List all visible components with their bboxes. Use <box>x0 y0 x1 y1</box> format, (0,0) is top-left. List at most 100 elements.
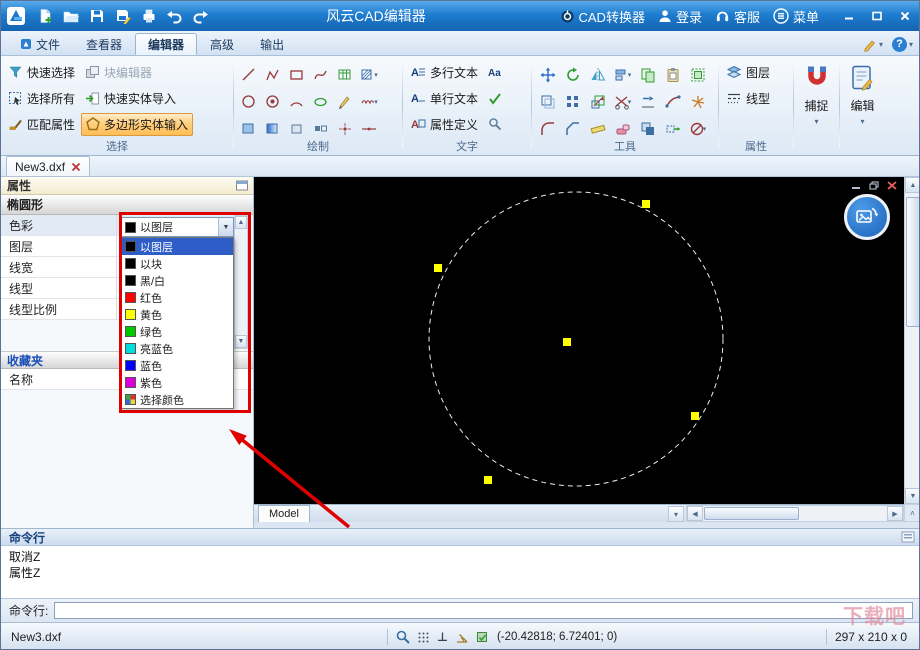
grip-point[interactable] <box>434 264 442 272</box>
text-style-icon[interactable]: Aa <box>484 60 506 84</box>
drawing-canvas[interactable] <box>254 177 904 504</box>
zoom-status-icon[interactable] <box>396 630 410 644</box>
canvas-restore-icon[interactable] <box>867 179 881 191</box>
grid-toggle-icon[interactable] <box>417 631 430 644</box>
color-option-green[interactable]: 绿色 <box>122 323 233 340</box>
line-tool-icon[interactable] <box>238 63 260 87</box>
trim-tool-icon[interactable]: ▾ <box>612 90 634 114</box>
stretch-tool-icon[interactable] <box>662 117 684 141</box>
panel-options-icon[interactable] <box>234 179 249 192</box>
hatch-tool-icon[interactable]: ▾ <box>358 63 380 87</box>
login-button[interactable]: 登录 <box>658 7 702 26</box>
redo-icon[interactable] <box>188 5 213 28</box>
tab-advanced[interactable]: 高级 <box>197 33 247 55</box>
horizontal-scrollbar[interactable]: ◀ ▶ <box>686 505 904 522</box>
scroll-up-button[interactable]: ▲ <box>905 177 920 193</box>
layout-list-button[interactable]: ▾ <box>668 506 684 522</box>
paste-tool-icon[interactable] <box>662 63 684 87</box>
table-tool-icon[interactable] <box>334 63 356 87</box>
grip-point[interactable] <box>642 200 650 208</box>
close-document-icon[interactable] <box>71 162 81 172</box>
select-all-button[interactable]: 选择所有 <box>4 88 79 109</box>
scroll-down-button[interactable]: ▼ <box>235 335 247 348</box>
polyline-tool-icon[interactable] <box>262 63 284 87</box>
color-option-cyan[interactable]: 亮蓝色 <box>122 340 233 357</box>
snap-button[interactable]: 捕捉 ▾ <box>794 56 839 155</box>
xline-tool-icon[interactable] <box>358 117 380 141</box>
minimize-button[interactable] <box>836 5 861 27</box>
erase-tool-icon[interactable] <box>612 117 634 141</box>
convert-float-button[interactable] <box>844 194 890 240</box>
grip-point[interactable] <box>484 476 492 484</box>
new-file-icon[interactable] <box>32 5 57 28</box>
canvas-close-icon[interactable] <box>885 179 899 191</box>
command-panel-header[interactable]: 命令行 <box>1 528 920 546</box>
color-option-byblock[interactable]: 以块 <box>122 255 233 272</box>
close-button[interactable] <box>892 5 917 27</box>
command-input[interactable] <box>54 602 913 619</box>
open-file-icon[interactable] <box>58 5 83 28</box>
solid-fill-tool-icon[interactable] <box>238 117 260 141</box>
vertical-scroll-track[interactable] <box>905 193 920 488</box>
multiline-text-button[interactable]: A 多行文本 <box>406 62 482 83</box>
cad-converter-button[interactable]: CAD转换器 <box>560 7 645 26</box>
move-tool-icon[interactable] <box>537 63 559 87</box>
circle-tool-icon[interactable] <box>238 90 260 114</box>
scroll-left-button[interactable]: ◀ <box>687 506 703 521</box>
explode-tool-icon[interactable] <box>687 90 709 114</box>
tab-output[interactable]: 输出 <box>247 33 297 55</box>
canvas-minimize-icon[interactable] <box>849 179 863 191</box>
extend-tool-icon[interactable] <box>637 90 659 114</box>
scroll-up-button[interactable]: ▲ <box>235 216 247 229</box>
arc-tool-icon[interactable] <box>286 90 308 114</box>
menu-button[interactable]: 菜单 <box>773 7 819 26</box>
polygon-entity-input-button[interactable]: 多边形实体输入 <box>81 113 193 136</box>
edit-button[interactable]: 编辑 ▾ <box>840 56 885 155</box>
scrollbar-corner-button[interactable]: ˄ <box>904 504 920 522</box>
offset-tool-icon[interactable] <box>537 90 559 114</box>
maximize-button[interactable] <box>864 5 889 27</box>
block-editor-button[interactable]: 块编辑器 <box>81 62 156 83</box>
save-icon[interactable] <box>84 5 109 28</box>
horizontal-scroll-thumb[interactable] <box>704 507 799 520</box>
color-option-pick-color[interactable]: 选择颜色 <box>122 391 233 408</box>
match-properties-button[interactable]: 匹配属性 <box>4 114 79 135</box>
vertical-scroll-thumb[interactable] <box>906 197 920 327</box>
save-as-icon[interactable] <box>110 5 135 28</box>
singleline-text-button[interactable]: A 单行文本 <box>406 88 482 109</box>
print-icon[interactable] <box>136 5 161 28</box>
rotate-tool-icon[interactable] <box>562 63 584 87</box>
layer-button[interactable]: 图层 <box>722 62 774 83</box>
mirror-tool-icon[interactable] <box>587 63 609 87</box>
ellipse-tool-icon[interactable] <box>310 90 332 114</box>
linetype-button[interactable]: 线型 <box>722 88 774 109</box>
model-tab[interactable]: Model <box>258 505 310 522</box>
panel-scrollbar[interactable]: ▲ ▼ <box>234 215 248 349</box>
color-option-blue[interactable]: 蓝色 <box>122 357 233 374</box>
tab-editor[interactable]: 编辑器 <box>135 33 197 55</box>
array-tool-icon[interactable] <box>562 90 584 114</box>
quick-select-button[interactable]: 快速选择 <box>4 62 79 83</box>
copy-tool-icon[interactable] <box>637 63 659 87</box>
grip-point[interactable] <box>691 412 699 420</box>
tab-file[interactable]: 文件 <box>7 33 73 55</box>
block-insert-tool-icon[interactable] <box>310 117 332 141</box>
document-tab[interactable]: New3.dxf <box>6 156 90 176</box>
quick-entity-import-button[interactable]: 快速实体导入 <box>81 88 180 109</box>
color-dropdown[interactable]: 以图层 ▼ <box>121 217 234 237</box>
join-tool-icon[interactable] <box>662 90 684 114</box>
grip-point[interactable] <box>563 338 571 346</box>
color-option-yellow[interactable]: 黄色 <box>122 306 233 323</box>
region-tool-icon[interactable] <box>286 117 308 141</box>
chamfer-tool-icon[interactable] <box>562 117 584 141</box>
color-option-blackwhite[interactable]: 黑/白 <box>122 272 233 289</box>
point-tool-icon[interactable] <box>334 117 356 141</box>
ellipse-entity[interactable] <box>429 192 723 486</box>
group-tool-icon[interactable] <box>687 63 709 87</box>
scroll-down-button[interactable]: ▼ <box>905 488 920 504</box>
spline-tool-icon[interactable] <box>310 63 332 87</box>
fillet-tool-icon[interactable] <box>537 117 559 141</box>
customize-toolbar-icon[interactable]: ▾ <box>863 38 883 52</box>
scale-tool-icon[interactable] <box>587 90 609 114</box>
dropdown-arrow-button[interactable]: ▼ <box>218 218 233 236</box>
